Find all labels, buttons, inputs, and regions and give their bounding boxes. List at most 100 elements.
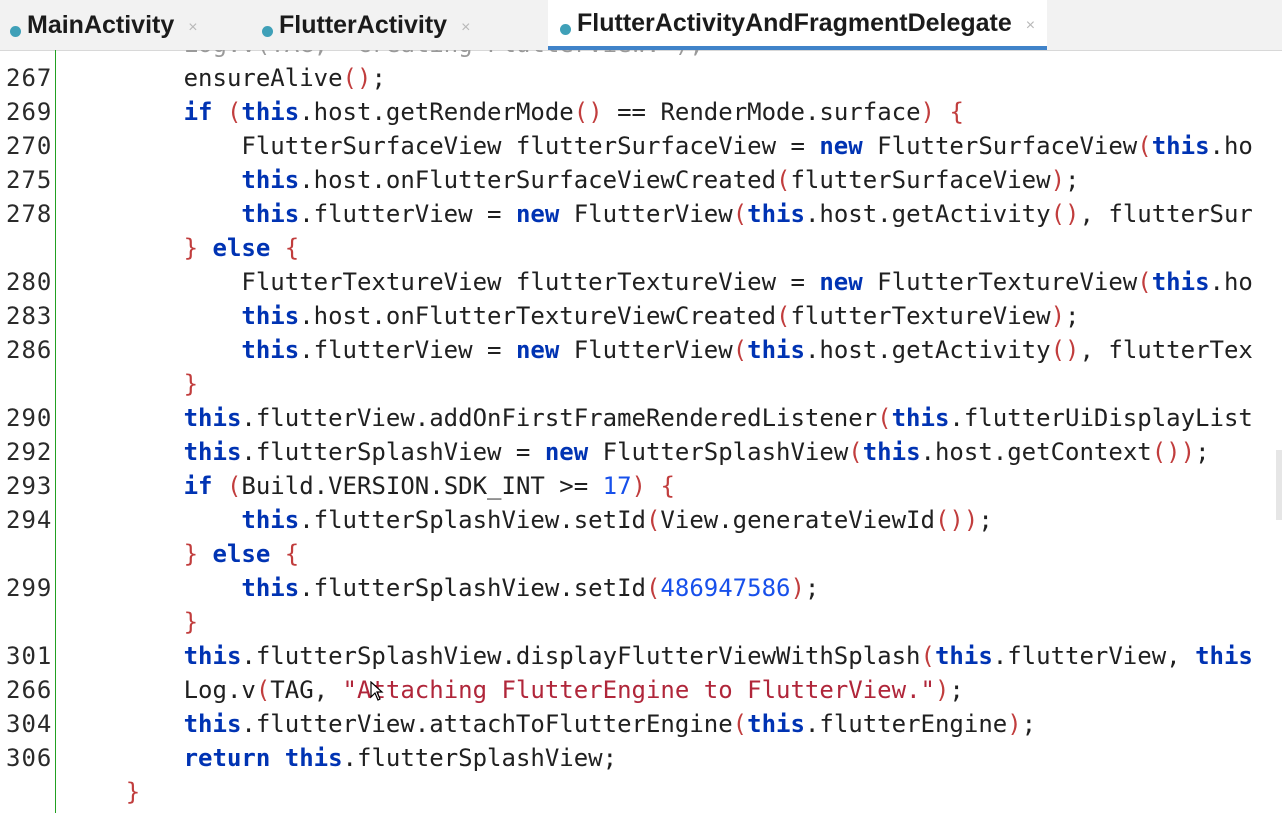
code-line[interactable]: } else { (0, 537, 1282, 571)
tab-flutter-activity[interactable]: FlutterActivity × (262, 0, 470, 50)
tab-label: FlutterActivity (279, 10, 448, 39)
code-token: .flutterUiDisplayList (949, 404, 1253, 432)
code-token: this (747, 710, 805, 738)
code-token: .flutterView, (992, 642, 1196, 670)
line-number: 301 (6, 642, 53, 670)
code-line[interactable]: } (0, 367, 1282, 401)
scrollbar-thumb[interactable] (1276, 450, 1282, 520)
code-token: this (862, 438, 921, 466)
code-token: ( (255, 676, 271, 704)
code-editor[interactable]: Log.v(TAG, "Creating FlutterView."); 267 … (0, 50, 1282, 813)
code-token: .host.getRenderMode (299, 98, 574, 126)
code-token: this (747, 200, 805, 228)
code-token: } (183, 370, 199, 398)
code-token: FlutterTextureView flutterTextureView = (68, 268, 820, 296)
code-line[interactable]: 301 this.flutterSplashView.displayFlutte… (0, 639, 1282, 673)
code-line[interactable]: } else { (0, 231, 1282, 265)
code-token: ) (631, 472, 646, 500)
code-token: this (241, 574, 300, 602)
code-token: , flutterTex (1079, 336, 1253, 364)
code-line[interactable]: 283 this.host.onFlutterTextureViewCreate… (0, 299, 1282, 333)
code-token: this (891, 404, 950, 432)
code-text: this.flutterSplashView.displayFlutterVie… (68, 639, 1253, 673)
code-line[interactable]: 294 this.flutterSplashView.setId(View.ge… (0, 503, 1282, 537)
code-token: this (241, 506, 300, 534)
code-token: .ho (1209, 132, 1253, 160)
line-number: 278 (6, 200, 53, 228)
code-token: else (212, 540, 271, 568)
code-line[interactable]: 280 FlutterTextureView flutterTextureVie… (0, 265, 1282, 299)
code-token: } (183, 540, 199, 568)
line-number: 280 (6, 268, 53, 296)
code-line[interactable]: } (0, 605, 1282, 639)
code-text: this.flutterSplashView.setId(View.genera… (68, 503, 993, 537)
code-line[interactable]: 286 this.flutterView = new FlutterView(t… (0, 333, 1282, 367)
line-number: 306 (6, 744, 53, 772)
close-icon[interactable]: × (1026, 17, 1035, 35)
code-line[interactable]: Log.v(TAG, "Creating FlutterView."); (0, 50, 1282, 61)
code-line[interactable]: 275 this.host.onFlutterSurfaceViewCreate… (0, 163, 1282, 197)
code-line[interactable]: 299 this.flutterSplashView.setId(4869475… (0, 571, 1282, 605)
code-token: ( (732, 710, 748, 738)
close-icon[interactable]: × (461, 19, 470, 37)
code-line[interactable]: } (0, 775, 1282, 809)
code-token: () (1050, 200, 1080, 228)
code-line[interactable]: 278 this.flutterView = new FlutterView(t… (0, 197, 1282, 231)
code-line[interactable]: 267 ensureAlive(); (0, 61, 1282, 95)
code-text: this .flutterView.addOnFirstFrameRendered… (68, 401, 1253, 435)
code-token: , flutterSur (1079, 200, 1253, 228)
code-line[interactable]: 290 this.flutterView.addOnFirstFrameRend… (0, 401, 1282, 435)
line-number: 269 (6, 98, 53, 126)
code-token: FlutterSurfaceView (862, 132, 1138, 160)
code-token: 486947586 (660, 574, 791, 602)
code-text: if (Build.VERSION.SDK_INT >= 17) { (68, 469, 675, 503)
code-token: ; (978, 506, 993, 534)
code-line[interactable]: 292 this.flutterSplashView = new Flutter… (0, 435, 1282, 469)
code-token: ( (776, 302, 791, 330)
code-line[interactable]: 306 return this.flutterSplashView; (0, 741, 1282, 775)
code-line[interactable]: 266 Log.v(TAG, "Attaching FlutterEngine … (0, 673, 1282, 707)
code-token: FlutterView (559, 200, 733, 228)
close-icon[interactable]: × (188, 19, 197, 37)
code-line[interactable]: 270 FlutterSurfaceView flutterSurfaceVie… (0, 129, 1282, 163)
code-line[interactable]: 269 if (this.host.getRenderMode() == Ren… (0, 95, 1282, 129)
code-token: .flutterSplashView = (241, 438, 545, 466)
code-text: this.flutterSplashView = new FlutterSpla… (68, 435, 1210, 469)
code-line[interactable]: 293 if (Build.VERSION.SDK_INT >= 17) { (0, 469, 1282, 503)
line-number: 304 (6, 710, 53, 738)
code-token: () (342, 64, 372, 92)
code-token: ( (877, 404, 892, 432)
code-token: == RenderMode.surface (602, 98, 921, 126)
code-token: this (241, 336, 300, 364)
code-token: Build.VERSION.SDK_INT >= (241, 472, 603, 500)
code-token: ensureAlive (68, 64, 343, 92)
code-line[interactable]: 304 this.flutterView.attachToFlutterEngi… (0, 707, 1282, 741)
line-number: 267 (6, 64, 53, 92)
code-text: Log.v(TAG, "Attaching FlutterEngine to F… (68, 673, 964, 707)
code-token: FlutterSurfaceView flutterSurfaceView = (68, 132, 820, 160)
code-token: new (819, 268, 863, 296)
code-token: .host.onFlutterTextureViewCreated (299, 302, 777, 330)
code-token: .flutterSplashView.setId (299, 506, 646, 534)
code-text: } (68, 605, 198, 639)
code-token: Log.v (68, 676, 256, 704)
tab-flutter-activity-and-fragment-delegate[interactable]: FlutterActivityAndFragmentDelegate × (548, 0, 1048, 50)
line-number: 286 (6, 336, 53, 364)
tab-main-activity[interactable]: MainActivity × (10, 0, 198, 50)
code-token: .flutterView.addOnFirstFrameRenderedList… (241, 404, 878, 432)
code-text: this.flutterView = new FlutterView(this.… (68, 333, 1253, 367)
code-token: { (660, 472, 675, 500)
code-token: ; (1195, 438, 1210, 466)
